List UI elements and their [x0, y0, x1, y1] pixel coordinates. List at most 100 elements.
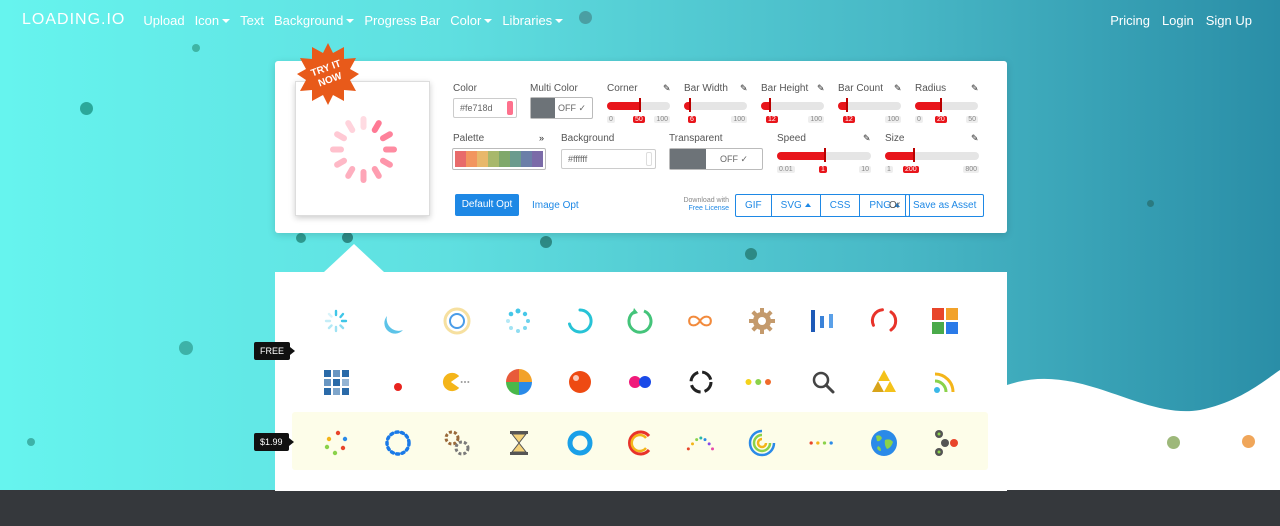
- nav-right: Pricing Login Sign Up: [1098, 0, 1252, 40]
- svg-button[interactable]: SVG: [772, 195, 821, 216]
- two-dots-icon[interactable]: [625, 367, 655, 397]
- premium-price-tag: $1.99: [254, 433, 294, 451]
- spinner-petal: [345, 120, 356, 134]
- palette-swatch: [532, 151, 543, 167]
- nav-background[interactable]: Background: [274, 13, 355, 28]
- pen-icon[interactable]: ✎: [740, 83, 748, 94]
- png-button[interactable]: PNG: [860, 195, 909, 216]
- color-squares-icon[interactable]: [930, 306, 960, 336]
- background-label: Background: [561, 133, 615, 144]
- caret-down-icon: [555, 18, 564, 23]
- decor-dot: [1167, 436, 1180, 449]
- nav-pricing[interactable]: Pricing: [1110, 13, 1150, 28]
- bar-count-label: Bar Count: [838, 83, 884, 94]
- caret-down-icon: [222, 18, 231, 23]
- spinner-petal: [371, 120, 382, 134]
- palette-picker[interactable]: [452, 148, 546, 170]
- dashed-ring-icon[interactable]: [686, 367, 716, 397]
- speed-label: Speed: [777, 133, 806, 144]
- bar-width-slider[interactable]: 6 100: [684, 96, 747, 126]
- spinner-petal: [345, 165, 356, 179]
- nav-upload[interactable]: Upload: [143, 13, 184, 28]
- rainbow-spiral-icon[interactable]: [747, 428, 777, 458]
- gif-button[interactable]: GIF: [736, 195, 772, 216]
- nav-signup[interactable]: Sign Up: [1206, 13, 1252, 28]
- multi-color-toggle[interactable]: OFF ✓: [530, 97, 593, 119]
- spinner-gallery: [275, 272, 1007, 491]
- background-input[interactable]: #ffffff: [561, 149, 656, 169]
- top-navbar: LOADING.IO Upload Icon Text Background P…: [0, 0, 1280, 40]
- traffic-dots-icon[interactable]: [744, 367, 774, 397]
- globe-icon[interactable]: [869, 428, 899, 458]
- pen-icon[interactable]: ✎: [863, 133, 871, 144]
- arc-ring-icon[interactable]: [565, 306, 595, 336]
- orange-orb-icon[interactable]: [565, 367, 595, 397]
- color-input[interactable]: #fe718d: [453, 98, 517, 118]
- nav-progress-bar[interactable]: Progress Bar: [364, 13, 440, 28]
- crescent-icon[interactable]: [379, 306, 409, 336]
- corner-slider[interactable]: 0 50 100: [607, 96, 670, 126]
- color-dots-row-icon[interactable]: [807, 428, 837, 458]
- editor-panel: TRY IT NOW Color #fe718d Multi Color OFF…: [275, 43, 1007, 233]
- refresh-ring-icon[interactable]: [625, 306, 655, 336]
- rss-feed-icon[interactable]: [930, 367, 960, 397]
- or-label: Or: [889, 200, 901, 211]
- try-it-now-badge[interactable]: TRY IT NOW: [297, 43, 359, 105]
- split-ring-icon[interactable]: [869, 306, 899, 336]
- nav-color[interactable]: Color: [450, 13, 493, 28]
- palette-swatch: [499, 151, 510, 167]
- save-as-asset-button[interactable]: Save as Asset: [905, 194, 985, 217]
- bar-height-slider[interactable]: 12 100: [761, 96, 824, 126]
- spinner-bars-icon[interactable]: [321, 306, 351, 336]
- pen-icon[interactable]: ✎: [663, 83, 671, 94]
- free-license-link[interactable]: Free License: [667, 205, 729, 213]
- magnifier-icon[interactable]: [808, 367, 838, 397]
- site-logo[interactable]: LOADING.IO: [22, 11, 125, 29]
- pen-icon[interactable]: ✎: [894, 83, 902, 94]
- decor-dot: [1147, 200, 1154, 207]
- multi-color-label: Multi Color: [530, 83, 578, 94]
- css-button[interactable]: CSS: [821, 195, 861, 216]
- rainbow-arc-icon[interactable]: [625, 428, 655, 458]
- size-label: Size: [885, 133, 905, 144]
- equalizer-bars-icon[interactable]: [807, 306, 837, 336]
- pacman-icon[interactable]: [440, 367, 470, 397]
- nav-libraries[interactable]: Libraries: [502, 13, 564, 28]
- palette-swatch: [455, 151, 466, 167]
- pie-chart-icon[interactable]: [504, 367, 534, 397]
- radius-slider[interactable]: 0 20 50: [915, 96, 978, 126]
- double-chevron-down-icon[interactable]: »: [539, 133, 544, 143]
- nav-text[interactable]: Text: [240, 13, 264, 28]
- nav-login[interactable]: Login: [1162, 13, 1194, 28]
- pen-icon[interactable]: ✎: [971, 83, 979, 94]
- bar-width-label: Bar Width: [684, 83, 728, 94]
- gear-icon[interactable]: [747, 306, 777, 336]
- pen-icon[interactable]: ✎: [971, 133, 979, 144]
- dotted-ring-icon[interactable]: [383, 428, 413, 458]
- decor-dot: [80, 102, 93, 115]
- size-slider[interactable]: 1 200 800: [885, 146, 979, 176]
- image-opt-link[interactable]: Image Opt: [532, 200, 579, 211]
- decor-dot: [540, 236, 552, 248]
- fidget-spinner-icon[interactable]: [930, 428, 960, 458]
- double-ring-icon[interactable]: [442, 306, 472, 336]
- speed-slider[interactable]: 0.01 1 10: [777, 146, 871, 176]
- triforce-icon[interactable]: [869, 367, 899, 397]
- nav-icon[interactable]: Icon: [195, 13, 231, 28]
- hourglass-icon[interactable]: [504, 428, 534, 458]
- wave-dots-icon[interactable]: [685, 428, 715, 458]
- bar-count-slider[interactable]: 12 100: [838, 96, 901, 126]
- pen-icon[interactable]: ✎: [817, 83, 825, 94]
- spinner-petal: [360, 169, 367, 183]
- gears-icon[interactable]: [442, 428, 472, 458]
- dots-spinner-icon[interactable]: [503, 306, 533, 336]
- infinity-icon[interactable]: [685, 306, 715, 336]
- decor-dot: [342, 232, 353, 243]
- grid-blocks-icon[interactable]: [321, 367, 351, 397]
- blue-ring-icon[interactable]: [565, 428, 595, 458]
- bouncing-ball-icon[interactable]: [383, 367, 413, 397]
- transparent-toggle[interactable]: OFF ✓: [669, 148, 763, 170]
- spinner-petal: [334, 131, 348, 142]
- default-opt-button[interactable]: Default Opt: [455, 194, 519, 216]
- scatter-dots-icon[interactable]: [321, 428, 351, 458]
